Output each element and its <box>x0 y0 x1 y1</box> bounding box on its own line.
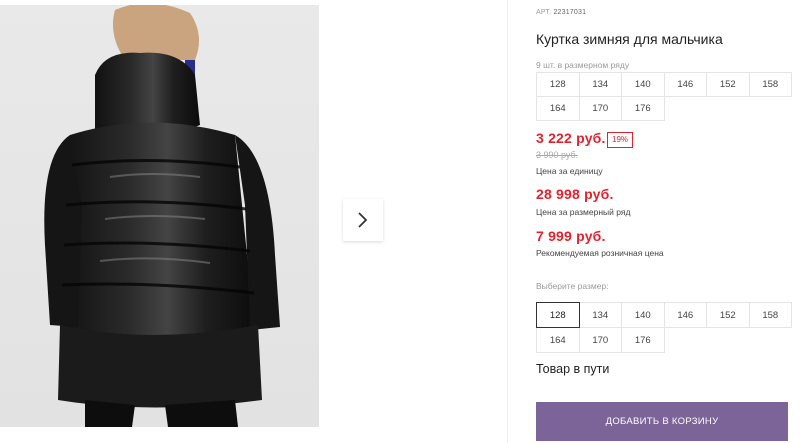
size-run-cell: 134 <box>578 72 622 97</box>
size-run-cell: 164 <box>536 96 580 121</box>
size-option-140[interactable]: 140 <box>621 302 665 328</box>
size-option-152[interactable]: 152 <box>706 302 750 328</box>
article-number: АРТ. 22317031 <box>536 9 586 16</box>
size-run-grid: 128 134 140 146 152 158 164 170 176 <box>536 72 792 121</box>
article-label: АРТ. <box>536 9 552 16</box>
size-run-cell: 176 <box>621 96 665 121</box>
old-price: 3 990 руб. <box>536 150 579 160</box>
size-option-176[interactable]: 176 <box>621 327 665 353</box>
size-option-146[interactable]: 146 <box>663 302 707 328</box>
product-title: Куртка зимняя для мальчика <box>536 31 723 47</box>
retail-price-caption: Рекомендуемая розничная цена <box>536 248 664 258</box>
size-option-158[interactable]: 158 <box>748 302 792 328</box>
jacket-illustration <box>44 5 280 427</box>
gallery-divider <box>507 0 508 443</box>
size-option-170[interactable]: 170 <box>578 327 622 353</box>
next-image-button[interactable] <box>343 199 383 241</box>
size-run-cell: 170 <box>578 96 622 121</box>
unit-price-caption: Цена за единицу <box>536 166 603 176</box>
size-run-quantity: 9 шт. в размерном ряду <box>536 60 630 70</box>
size-selector: 128 134 140 146 152 158 164 170 176 <box>536 302 792 353</box>
size-run-cell: 146 <box>663 72 707 97</box>
size-run-cell: 158 <box>748 72 792 97</box>
product-gallery <box>0 5 508 427</box>
size-option-134[interactable]: 134 <box>578 302 622 328</box>
chevron-right-icon <box>358 212 368 228</box>
discount-badge: 19% <box>607 132 634 148</box>
size-run-cell: 152 <box>706 72 750 97</box>
retail-price: 7 999 руб. <box>536 228 606 244</box>
size-option-128[interactable]: 128 <box>536 302 580 328</box>
availability-status: Товар в пути <box>536 362 610 376</box>
unit-price: 3 222 руб. <box>536 130 606 146</box>
size-option-164[interactable]: 164 <box>536 327 580 353</box>
add-to-cart-button[interactable]: ДОБАВИТЬ В КОРЗИНУ <box>536 402 788 441</box>
size-run-cell: 140 <box>621 72 665 97</box>
choose-size-label: Выберите размер: <box>536 281 609 291</box>
product-photo[interactable] <box>0 5 319 427</box>
size-run-price: 28 998 руб. <box>536 186 614 202</box>
article-value: 22317031 <box>553 9 587 16</box>
size-run-price-caption: Цена за размерный ряд <box>536 207 631 217</box>
size-run-cell: 128 <box>536 72 580 97</box>
